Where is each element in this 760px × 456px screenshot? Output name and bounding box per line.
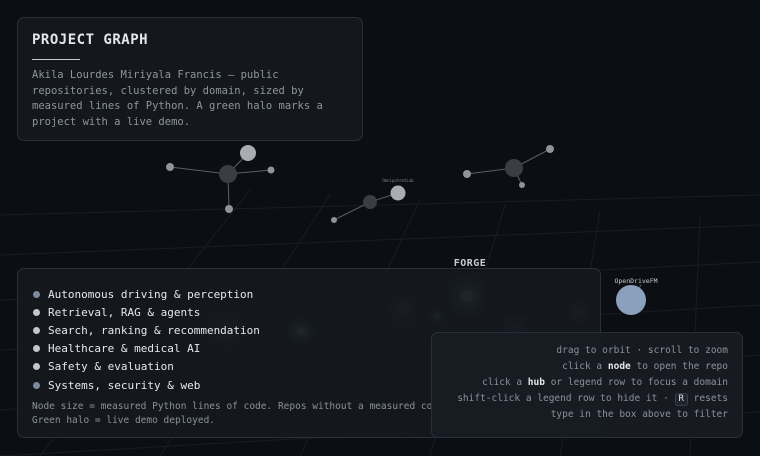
graph-node bbox=[219, 165, 237, 183]
help-line: click a hub or legend row to focus a dom… bbox=[432, 375, 728, 391]
help-text: shift-click a legend row to hide it · bbox=[457, 393, 675, 405]
legend-label: Search, ranking & recommendation bbox=[48, 323, 260, 337]
help-emphasis: node bbox=[607, 361, 631, 373]
help-text: resets bbox=[687, 393, 728, 405]
legend-dot bbox=[33, 381, 40, 389]
graph-node bbox=[519, 182, 525, 188]
help-line: type in the box above to filter bbox=[432, 407, 728, 423]
help-text: to open the repo bbox=[630, 361, 728, 373]
graph-node bbox=[390, 185, 406, 201]
legend-label: Healthcare & medical AI bbox=[48, 342, 201, 356]
description-line: measured lines of Python. A green halo m… bbox=[32, 100, 323, 113]
legend-label: Autonomous driving & perception bbox=[48, 287, 254, 301]
help-text: click a bbox=[482, 377, 528, 389]
description-line: repositories, clustered by domain, sized… bbox=[32, 84, 304, 97]
graph-node bbox=[267, 166, 275, 174]
help-line: shift-click a legend row to hide it · R … bbox=[432, 391, 728, 407]
legend-dot bbox=[33, 290, 40, 298]
help-line: click a node to open the repo bbox=[432, 359, 728, 375]
graph-node bbox=[463, 170, 471, 178]
graph-node bbox=[166, 163, 174, 171]
graph-node bbox=[505, 159, 523, 177]
graph-node bbox=[546, 145, 554, 153]
legend-dot bbox=[33, 363, 40, 371]
description-line: project with a live demo. bbox=[32, 115, 191, 128]
legend-row-autonomous-driving[interactable]: Autonomous driving & perception bbox=[32, 285, 586, 303]
legend-label: Retrieval, RAG & agents bbox=[48, 305, 201, 319]
help-text: or legend row to focus a domain bbox=[544, 377, 728, 389]
legend-dot bbox=[33, 326, 40, 334]
help-line: drag to orbit · scroll to zoom bbox=[432, 343, 728, 359]
node-label-opendrivefm: OpenDriveFM bbox=[614, 277, 657, 285]
node-label-small: OmnipotentLab bbox=[382, 178, 414, 183]
legend-dot bbox=[33, 345, 40, 353]
help-panel: drag to orbit · scroll to zoom click a n… bbox=[431, 332, 743, 438]
legend-row-retrieval-rag[interactable]: Retrieval, RAG & agents bbox=[32, 303, 586, 321]
title-underline bbox=[32, 59, 80, 60]
title-panel: PROJECT GRAPH Akila Lourdes Miriyala Fra… bbox=[17, 17, 363, 141]
help-text: type in the box above to filter bbox=[550, 409, 728, 421]
legend-label: Systems, security & web bbox=[48, 378, 201, 392]
graph-node-opendrivefm bbox=[616, 285, 646, 315]
graph-node bbox=[240, 145, 256, 161]
page-description: Akila Lourdes Miriyala Francis — public … bbox=[32, 68, 348, 130]
help-emphasis: hub bbox=[527, 377, 545, 389]
legend-note-line: Node size = measured Python lines of cod… bbox=[32, 401, 433, 413]
legend-dot bbox=[33, 308, 40, 316]
graph-node bbox=[363, 195, 377, 209]
description-line: Akila Lourdes Miriyala Francis — public bbox=[32, 69, 279, 81]
page-title: PROJECT GRAPH bbox=[32, 32, 149, 48]
help-text: click a bbox=[562, 361, 608, 373]
legend-label: Safety & evaluation bbox=[48, 360, 174, 374]
legend-note-line: Green halo = live demo deployed. bbox=[32, 415, 216, 427]
help-text: drag to orbit · scroll to zoom bbox=[556, 345, 728, 356]
reset-key: R bbox=[674, 393, 688, 407]
graph-node bbox=[225, 205, 233, 213]
graph-node bbox=[331, 217, 337, 223]
